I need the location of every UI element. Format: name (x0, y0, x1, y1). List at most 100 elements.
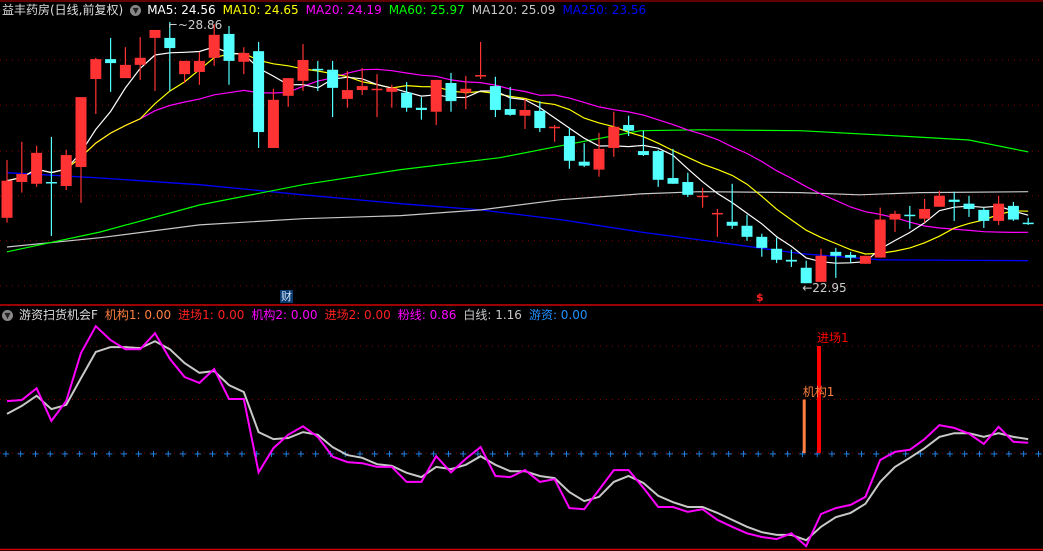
zero-level-marker: + (592, 449, 600, 460)
zero-level-marker: + (695, 449, 703, 460)
candle-down (667, 178, 679, 184)
candle-down (253, 51, 265, 133)
zero-level-marker: + (680, 449, 688, 460)
zero-level-marker: + (76, 449, 84, 460)
candle-up (179, 60, 191, 75)
candle-up (593, 148, 605, 170)
zero-level-marker: + (120, 449, 128, 460)
candle-down (415, 107, 427, 110)
low-price-label: ←22.95 (802, 281, 847, 296)
indicator-label-5: 白线: 1.16 (463, 308, 522, 322)
candle-down (1007, 205, 1019, 220)
candle-up (889, 213, 901, 220)
zero-level-marker: + (503, 449, 511, 460)
candle-down (623, 124, 635, 131)
zero-level-marker: + (400, 449, 408, 460)
candle-up (356, 86, 368, 91)
candle-down (45, 182, 57, 184)
zero-level-marker: + (533, 449, 541, 460)
zero-level-marker: + (975, 449, 983, 460)
candle-down (401, 92, 413, 108)
candle-down (904, 214, 916, 217)
candle-up (386, 87, 398, 92)
candle-up (608, 126, 620, 148)
zero-level-marker: + (931, 449, 939, 460)
zero-level-marker: + (312, 449, 320, 460)
zero-level-marker: + (179, 449, 187, 460)
zero-level-marker: + (857, 449, 865, 460)
zero-level-marker: + (238, 449, 246, 460)
candle-down (963, 203, 975, 209)
candle-down (726, 221, 738, 226)
candle-up (519, 109, 531, 116)
ma-label-3: MA60: 25.97 (388, 3, 465, 17)
zero-level-marker: + (636, 449, 644, 460)
candle-up (993, 203, 1005, 221)
kline-chart[interactable]: + + + + + + + + + + + + + + + + + + + + + + + + + + + + + + + + + + + + + + + +… (0, 0, 1043, 551)
candle-down (1022, 222, 1034, 225)
zero-level-marker: + (194, 449, 202, 460)
finance-event-tag[interactable]: 财 (280, 290, 293, 303)
pink-line (6, 324, 1029, 548)
candle-up (859, 255, 871, 264)
zero-level-marker: + (828, 449, 836, 460)
zero-level-marker: + (607, 449, 615, 460)
zero-level-marker: + (990, 449, 998, 460)
zero-level-marker: + (710, 449, 718, 460)
candle-down (771, 248, 783, 260)
candle-up (16, 174, 28, 183)
candle-down (105, 59, 117, 64)
zero-level-marker: + (769, 449, 777, 460)
zero-level-marker: + (135, 449, 143, 460)
ma-label-1: MA10: 24.65 (222, 3, 299, 17)
candle-up (430, 79, 442, 112)
signal-jinchang1-label: 进场1 (817, 331, 849, 345)
candle-up (31, 152, 43, 184)
ma-label-5: MA250: 23.56 (562, 3, 647, 17)
zero-level-marker: + (90, 449, 98, 460)
candle-down (563, 136, 575, 161)
signal-jigou1-bar (802, 399, 806, 453)
candle-down (756, 236, 768, 248)
zero-level-marker: + (725, 449, 733, 460)
zero-level-marker: + (415, 449, 423, 460)
candle-down (445, 82, 457, 102)
indicator-label-2: 机构2: 0.00 (251, 308, 318, 322)
candle-up (711, 212, 723, 215)
zero-level-marker: + (562, 449, 570, 460)
zero-level-marker: + (105, 449, 113, 460)
dividend-event-tag[interactable]: $ (756, 292, 764, 304)
candle-down (785, 259, 797, 262)
candle-down (534, 110, 546, 129)
zero-level-marker: + (46, 449, 54, 460)
candle-down (845, 254, 857, 258)
indicator-label-6: 游资: 0.00 (528, 308, 588, 322)
candle-up (549, 126, 561, 129)
zero-level-marker: + (2, 449, 10, 460)
signal-jigou1-label: 机构1 (802, 384, 835, 399)
candle-up (60, 155, 72, 186)
candle-up (267, 99, 279, 148)
zero-level-marker: + (149, 449, 157, 460)
indicator-label-3: 进场2: 0.00 (324, 308, 391, 322)
candle-up (341, 90, 353, 99)
stock-title: 益丰药房(日线,前复权) (2, 3, 124, 17)
zero-level-marker: + (223, 449, 231, 460)
zero-level-marker: + (548, 449, 556, 460)
ma20-line (6, 68, 1029, 234)
zero-level-marker: + (444, 449, 452, 460)
zero-level-marker: + (946, 449, 954, 460)
chevron-down-icon[interactable]: ▼ (130, 4, 142, 16)
candle-up (919, 208, 931, 219)
candle-down (978, 209, 990, 221)
candle-down (741, 225, 753, 237)
indicator-name[interactable]: 游资扫货机会F (19, 307, 98, 323)
zero-level-marker: + (666, 449, 674, 460)
chevron-down-icon[interactable]: ▼ (2, 309, 13, 321)
candle-down (652, 151, 664, 180)
zero-level-marker: + (489, 449, 497, 460)
candle-down (578, 161, 590, 166)
ma-label-4: MA120: 25.09 (471, 3, 556, 17)
zero-level-marker: + (621, 449, 629, 460)
main-chart-header: 益丰药房(日线,前复权) ▼ MA5: 24.56 MA10: 24.65 MA20… (2, 2, 653, 18)
